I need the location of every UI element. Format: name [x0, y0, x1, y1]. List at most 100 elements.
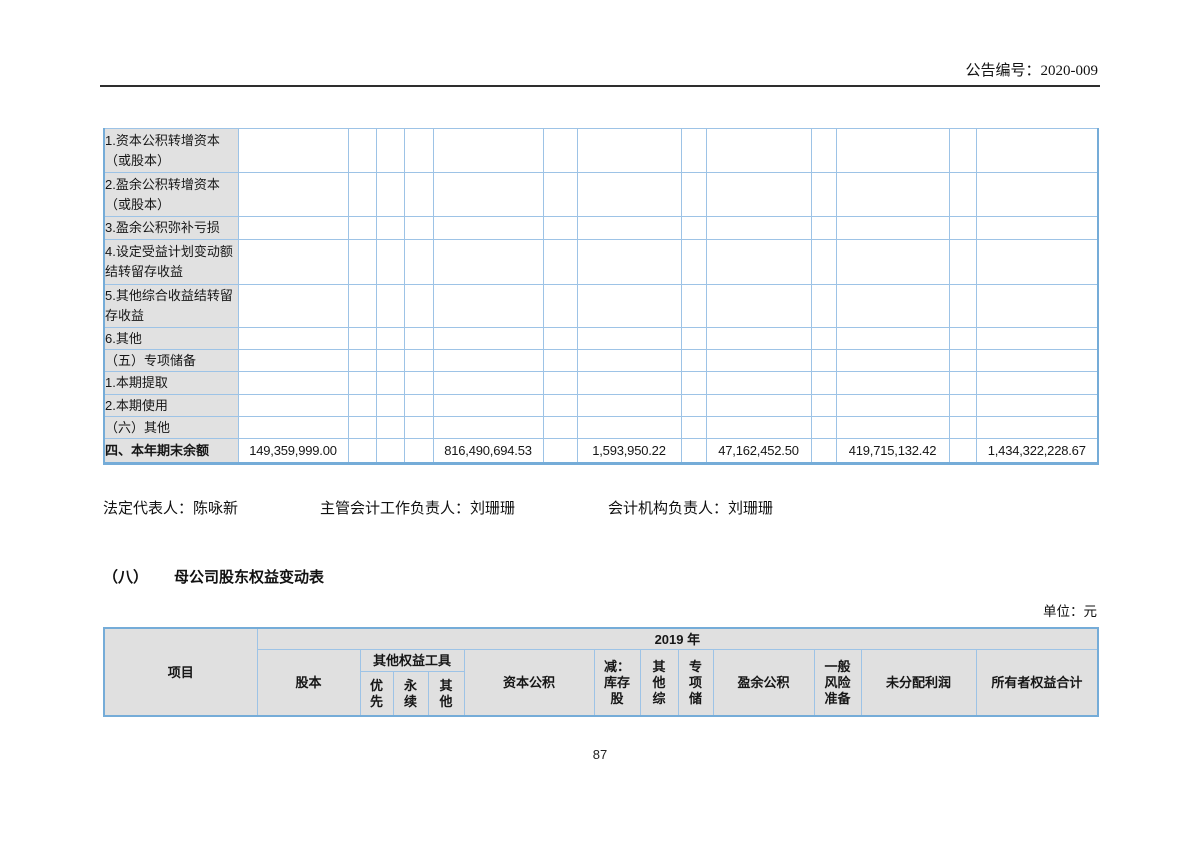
- value-capital-reserve: 816,490,694.53: [433, 439, 543, 464]
- empty-cell: [811, 217, 836, 240]
- empty-cell: [976, 240, 1098, 285]
- empty-cell: [348, 328, 376, 350]
- table-row: 3.盈余公积弥补亏损: [104, 217, 1098, 240]
- empty-cell: [681, 129, 706, 173]
- empty-cell: [836, 372, 949, 395]
- empty-cell: [836, 417, 949, 439]
- header-other: 其他: [428, 672, 464, 717]
- empty-cell: [976, 285, 1098, 328]
- empty-cell: [238, 217, 348, 240]
- empty-cell: [681, 328, 706, 350]
- table-row: 6.其他: [104, 328, 1098, 350]
- empty-cell: [577, 129, 681, 173]
- row-label: 1.资本公积转增资本（或股本）: [104, 129, 238, 173]
- empty-cell: [949, 350, 976, 372]
- empty-cell: [376, 417, 404, 439]
- empty-cell: [577, 417, 681, 439]
- empty-cell: [811, 240, 836, 285]
- page-number: 87: [0, 747, 1200, 762]
- empty-cell: [976, 173, 1098, 217]
- empty-cell: [949, 417, 976, 439]
- header-general-risk-reserve: 一般风险准备: [814, 650, 861, 717]
- empty-cell: [836, 240, 949, 285]
- empty-cell: [348, 217, 376, 240]
- section-number: （八）: [103, 569, 148, 586]
- value-cell: [811, 439, 836, 464]
- empty-cell: [836, 129, 949, 173]
- empty-cell: [376, 129, 404, 173]
- empty-cell: [681, 217, 706, 240]
- empty-cell: [811, 328, 836, 350]
- value-cell: [949, 439, 976, 464]
- empty-cell: [238, 285, 348, 328]
- empty-cell: [811, 350, 836, 372]
- document-page: { "page": { "announcement_no": "公告编号：202…: [0, 0, 1200, 848]
- value-cell: [404, 439, 433, 464]
- empty-cell: [404, 129, 433, 173]
- empty-cell: [577, 173, 681, 217]
- empty-cell: [976, 350, 1098, 372]
- empty-cell: [836, 350, 949, 372]
- row-label: 1.本期提取: [104, 372, 238, 395]
- header-surplus-reserve: 盈余公积: [713, 650, 814, 717]
- empty-cell: [811, 372, 836, 395]
- empty-cell: [376, 173, 404, 217]
- empty-cell: [238, 328, 348, 350]
- value-cell: [543, 439, 577, 464]
- empty-cell: [681, 350, 706, 372]
- header-preferred-label: 优先: [369, 678, 383, 710]
- empty-cell: [811, 173, 836, 217]
- empty-cell: [949, 372, 976, 395]
- section-title: 母公司股东权益变动表: [174, 569, 324, 586]
- empty-cell: [681, 173, 706, 217]
- header-less-treasury-stock-label: 减：库存股: [603, 659, 631, 707]
- header-capital-reserve: 资本公积: [464, 650, 594, 717]
- legal-representative: 法定代表人：陈咏新: [103, 497, 238, 518]
- empty-cell: [706, 395, 811, 417]
- value-cell: [681, 439, 706, 464]
- empty-cell: [577, 395, 681, 417]
- empty-cell: [706, 328, 811, 350]
- empty-cell: [543, 129, 577, 173]
- row-label: 4.设定受益计划变动额结转留存收益: [104, 240, 238, 285]
- empty-cell: [376, 285, 404, 328]
- empty-cell: [238, 240, 348, 285]
- consolidated-equity-table-wrap: 1.资本公积转增资本（或股本） 2.盈余公积转增资本（或股本） 3.盈余公积弥补…: [103, 128, 1099, 465]
- empty-cell: [348, 395, 376, 417]
- table-row: 5.其他综合收益结转留存收益: [104, 285, 1098, 328]
- empty-cell: [681, 417, 706, 439]
- empty-cell: [238, 350, 348, 372]
- empty-cell: [433, 129, 543, 173]
- empty-cell: [706, 285, 811, 328]
- empty-cell: [376, 395, 404, 417]
- empty-cell: [433, 395, 543, 417]
- header-undistributed-profit: 未分配利润: [861, 650, 976, 717]
- header-general-risk-reserve-label: 一般风险准备: [824, 659, 852, 707]
- empty-cell: [404, 417, 433, 439]
- empty-cell: [976, 129, 1098, 173]
- header-special-reserve-label: 专项储: [688, 659, 702, 707]
- header-other-comprehensive: 其他综: [640, 650, 678, 717]
- empty-cell: [238, 417, 348, 439]
- empty-cell: [706, 240, 811, 285]
- empty-cell: [949, 240, 976, 285]
- empty-cell: [706, 217, 811, 240]
- empty-cell: [706, 350, 811, 372]
- header-less-treasury-stock: 减：库存股: [594, 650, 640, 717]
- empty-cell: [681, 240, 706, 285]
- header-item: 项目: [104, 628, 257, 716]
- accounting-dept-head: 会计机构负责人：刘珊珊: [608, 497, 773, 518]
- empty-cell: [706, 417, 811, 439]
- empty-cell: [404, 350, 433, 372]
- empty-cell: [836, 173, 949, 217]
- empty-cell: [949, 395, 976, 417]
- header-share-capital: 股本: [257, 650, 360, 717]
- empty-cell: [577, 285, 681, 328]
- table-row: 2.本期使用: [104, 395, 1098, 417]
- empty-cell: [433, 285, 543, 328]
- value-other-comprehensive: 1,593,950.22: [577, 439, 681, 464]
- table-row: 1.本期提取: [104, 372, 1098, 395]
- parent-equity-table-wrap: 项目 2019 年 股本 其他权益工具 资本公积 减：库存股 其他综 专项储 盈…: [103, 627, 1099, 717]
- empty-cell: [577, 240, 681, 285]
- empty-cell: [433, 328, 543, 350]
